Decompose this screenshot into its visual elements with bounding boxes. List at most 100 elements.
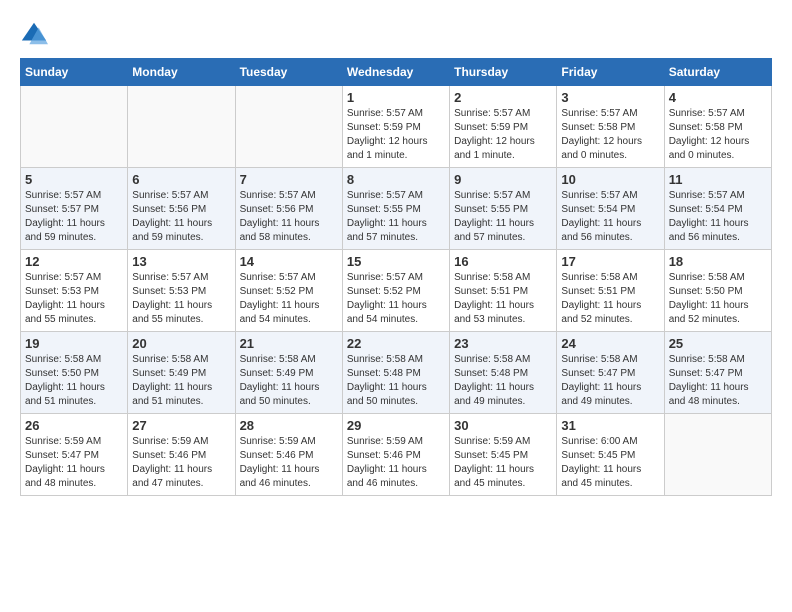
calendar-cell: 30 Sunrise: 5:59 AM Sunset: 5:45 PM Dayli… <box>450 414 557 496</box>
day-number: 31 <box>561 418 659 433</box>
day-number: 22 <box>347 336 445 351</box>
day-number: 6 <box>132 172 230 187</box>
day-number: 29 <box>347 418 445 433</box>
calendar-header-row: SundayMondayTuesdayWednesdayThursdayFrid… <box>21 59 772 86</box>
calendar-cell: 13 Sunrise: 5:57 AM Sunset: 5:53 PM Dayli… <box>128 250 235 332</box>
day-number: 12 <box>25 254 123 269</box>
day-header-tuesday: Tuesday <box>235 59 342 86</box>
day-number: 20 <box>132 336 230 351</box>
calendar-cell: 24 Sunrise: 5:58 AM Sunset: 5:47 PM Dayli… <box>557 332 664 414</box>
logo-icon <box>20 20 48 48</box>
calendar-cell: 3 Sunrise: 5:57 AM Sunset: 5:58 PM Daylig… <box>557 86 664 168</box>
day-number: 21 <box>240 336 338 351</box>
day-info: Sunrise: 5:58 AM Sunset: 5:47 PM Dayligh… <box>669 353 767 409</box>
day-info: Sunrise: 5:58 AM Sunset: 5:49 PM Dayligh… <box>132 353 230 409</box>
day-info: Sunrise: 5:58 AM Sunset: 5:50 PM Dayligh… <box>25 353 123 409</box>
day-header-friday: Friday <box>557 59 664 86</box>
day-info: Sunrise: 5:58 AM Sunset: 5:49 PM Dayligh… <box>240 353 338 409</box>
calendar-cell: 25 Sunrise: 5:58 AM Sunset: 5:47 PM Dayli… <box>664 332 771 414</box>
day-info: Sunrise: 5:59 AM Sunset: 5:46 PM Dayligh… <box>240 435 338 491</box>
logo <box>20 20 50 48</box>
calendar-cell: 6 Sunrise: 5:57 AM Sunset: 5:56 PM Daylig… <box>128 168 235 250</box>
day-number: 19 <box>25 336 123 351</box>
calendar-cell: 27 Sunrise: 5:59 AM Sunset: 5:46 PM Dayli… <box>128 414 235 496</box>
day-number: 2 <box>454 90 552 105</box>
day-info: Sunrise: 5:57 AM Sunset: 5:52 PM Dayligh… <box>240 271 338 327</box>
day-info: Sunrise: 5:59 AM Sunset: 5:45 PM Dayligh… <box>454 435 552 491</box>
day-info: Sunrise: 5:57 AM Sunset: 5:59 PM Dayligh… <box>454 107 552 163</box>
page-header <box>20 20 772 48</box>
day-number: 28 <box>240 418 338 433</box>
day-info: Sunrise: 5:57 AM Sunset: 5:58 PM Dayligh… <box>669 107 767 163</box>
day-number: 18 <box>669 254 767 269</box>
calendar-cell <box>664 414 771 496</box>
day-number: 4 <box>669 90 767 105</box>
calendar-cell: 17 Sunrise: 5:58 AM Sunset: 5:51 PM Dayli… <box>557 250 664 332</box>
day-info: Sunrise: 5:57 AM Sunset: 5:52 PM Dayligh… <box>347 271 445 327</box>
calendar-cell: 28 Sunrise: 5:59 AM Sunset: 5:46 PM Dayli… <box>235 414 342 496</box>
day-info: Sunrise: 5:57 AM Sunset: 5:57 PM Dayligh… <box>25 189 123 245</box>
calendar-week-5: 26Sunrise: 5:59 AM Sunset: 5:47 PM Dayli… <box>21 414 772 496</box>
calendar-cell: 21 Sunrise: 5:58 AM Sunset: 5:49 PM Dayli… <box>235 332 342 414</box>
day-header-monday: Monday <box>128 59 235 86</box>
day-number: 13 <box>132 254 230 269</box>
day-number: 30 <box>454 418 552 433</box>
calendar-cell <box>235 86 342 168</box>
day-number: 23 <box>454 336 552 351</box>
calendar-cell: 9Sunrise: 5:57 AM Sunset: 5:55 PM Daylig… <box>450 168 557 250</box>
calendar-week-2: 5Sunrise: 5:57 AM Sunset: 5:57 PM Daylig… <box>21 168 772 250</box>
day-number: 27 <box>132 418 230 433</box>
calendar-cell: 26Sunrise: 5:59 AM Sunset: 5:47 PM Dayli… <box>21 414 128 496</box>
day-info: Sunrise: 5:58 AM Sunset: 5:50 PM Dayligh… <box>669 271 767 327</box>
calendar-cell <box>21 86 128 168</box>
calendar-cell: 29Sunrise: 5:59 AM Sunset: 5:46 PM Dayli… <box>342 414 449 496</box>
day-header-thursday: Thursday <box>450 59 557 86</box>
day-info: Sunrise: 5:58 AM Sunset: 5:47 PM Dayligh… <box>561 353 659 409</box>
calendar-table: SundayMondayTuesdayWednesdayThursdayFrid… <box>20 58 772 496</box>
calendar-cell <box>128 86 235 168</box>
day-info: Sunrise: 5:59 AM Sunset: 5:46 PM Dayligh… <box>132 435 230 491</box>
calendar-cell: 7Sunrise: 5:57 AM Sunset: 5:56 PM Daylig… <box>235 168 342 250</box>
calendar-cell: 22 Sunrise: 5:58 AM Sunset: 5:48 PM Dayli… <box>342 332 449 414</box>
day-info: Sunrise: 5:57 AM Sunset: 5:53 PM Dayligh… <box>132 271 230 327</box>
day-number: 8 <box>347 172 445 187</box>
calendar-cell: 14 Sunrise: 5:57 AM Sunset: 5:52 PM Dayli… <box>235 250 342 332</box>
calendar-cell: 18 Sunrise: 5:58 AM Sunset: 5:50 PM Dayli… <box>664 250 771 332</box>
day-info: Sunrise: 5:57 AM Sunset: 5:56 PM Dayligh… <box>240 189 338 245</box>
day-info: Sunrise: 5:58 AM Sunset: 5:48 PM Dayligh… <box>454 353 552 409</box>
calendar-cell: 1Sunrise: 5:57 AM Sunset: 5:59 PM Daylig… <box>342 86 449 168</box>
calendar-cell: 10Sunrise: 5:57 AM Sunset: 5:54 PM Dayli… <box>557 168 664 250</box>
day-header-wednesday: Wednesday <box>342 59 449 86</box>
calendar-week-4: 19 Sunrise: 5:58 AM Sunset: 5:50 PM Dayli… <box>21 332 772 414</box>
day-info: Sunrise: 5:57 AM Sunset: 5:58 PM Dayligh… <box>561 107 659 163</box>
day-info: Sunrise: 5:57 AM Sunset: 5:55 PM Dayligh… <box>347 189 445 245</box>
day-info: Sunrise: 5:58 AM Sunset: 5:51 PM Dayligh… <box>561 271 659 327</box>
calendar-cell: 4 Sunrise: 5:57 AM Sunset: 5:58 PM Daylig… <box>664 86 771 168</box>
day-number: 3 <box>561 90 659 105</box>
day-info: Sunrise: 5:57 AM Sunset: 5:56 PM Dayligh… <box>132 189 230 245</box>
calendar-cell: 31 Sunrise: 6:00 AM Sunset: 5:45 PM Dayli… <box>557 414 664 496</box>
calendar-cell: 2 Sunrise: 5:57 AM Sunset: 5:59 PM Daylig… <box>450 86 557 168</box>
day-number: 10 <box>561 172 659 187</box>
day-number: 11 <box>669 172 767 187</box>
calendar-cell: 15 Sunrise: 5:57 AM Sunset: 5:52 PM Dayli… <box>342 250 449 332</box>
day-number: 25 <box>669 336 767 351</box>
day-number: 9 <box>454 172 552 187</box>
calendar-cell: 11Sunrise: 5:57 AM Sunset: 5:54 PM Dayli… <box>664 168 771 250</box>
day-info: Sunrise: 5:59 AM Sunset: 5:47 PM Dayligh… <box>25 435 123 491</box>
day-info: Sunrise: 6:00 AM Sunset: 5:45 PM Dayligh… <box>561 435 659 491</box>
day-header-sunday: Sunday <box>21 59 128 86</box>
day-info: Sunrise: 5:58 AM Sunset: 5:51 PM Dayligh… <box>454 271 552 327</box>
calendar-cell: 19 Sunrise: 5:58 AM Sunset: 5:50 PM Dayli… <box>21 332 128 414</box>
day-number: 14 <box>240 254 338 269</box>
day-info: Sunrise: 5:58 AM Sunset: 5:48 PM Dayligh… <box>347 353 445 409</box>
day-number: 24 <box>561 336 659 351</box>
calendar-cell: 20 Sunrise: 5:58 AM Sunset: 5:49 PM Dayli… <box>128 332 235 414</box>
day-number: 17 <box>561 254 659 269</box>
calendar-week-1: 1 Sunrise: 5:57 AM Sunset: 5:59 PM Daylig… <box>21 86 772 168</box>
calendar-cell: 16Sunrise: 5:58 AM Sunset: 5:51 PM Dayli… <box>450 250 557 332</box>
calendar-cell: 8 Sunrise: 5:57 AM Sunset: 5:55 PM Daylig… <box>342 168 449 250</box>
day-number: 15 <box>347 254 445 269</box>
calendar-cell: 12Sunrise: 5:57 AM Sunset: 5:53 PM Dayli… <box>21 250 128 332</box>
day-number: 1 <box>347 90 445 105</box>
